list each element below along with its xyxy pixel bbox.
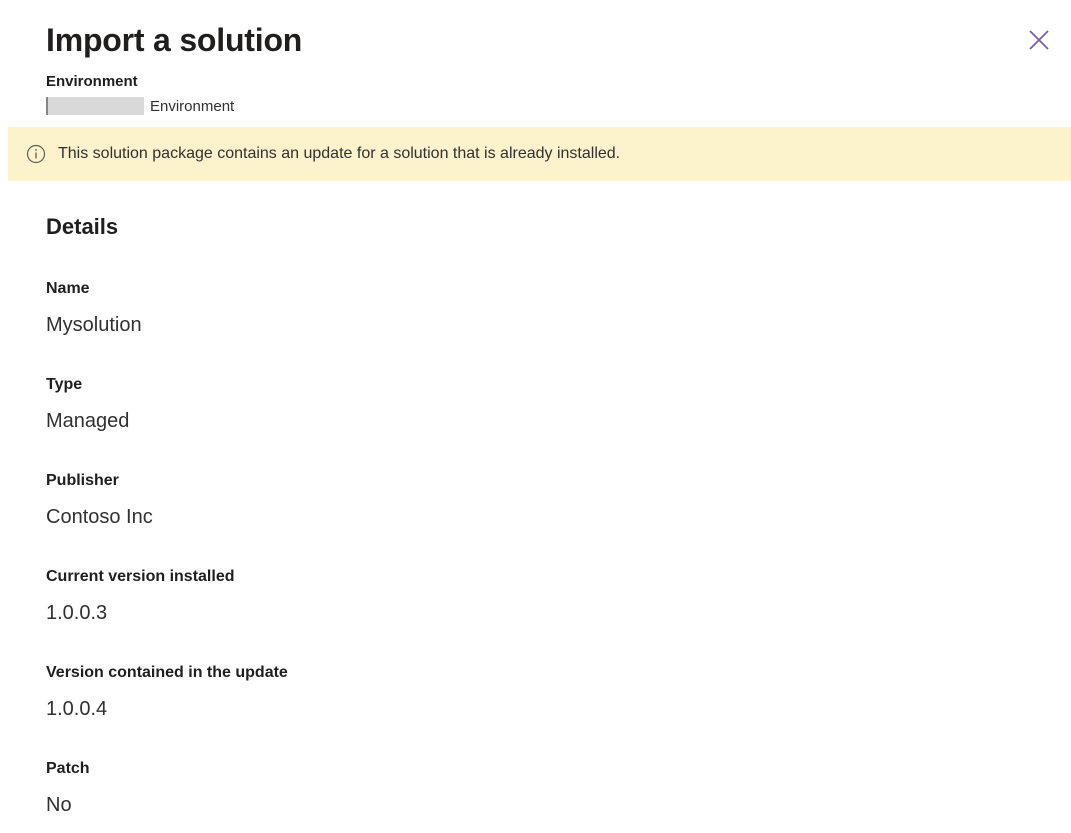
field-current-version: Current version installed 1.0.0.3 (46, 567, 235, 625)
field-label: Version contained in the update (46, 664, 288, 681)
environment-value: Environment (150, 97, 235, 115)
details-heading: Details (46, 214, 119, 239)
panel-title: Import a solution (46, 22, 303, 58)
environment-label: Environment (46, 73, 138, 90)
field-value: 1.0.0.4 (46, 698, 108, 720)
field-label: Publisher (46, 472, 119, 489)
banner-message: This solution package contains an update… (58, 145, 621, 162)
info-icon (26, 144, 46, 164)
field-name: Name Mysolution (46, 279, 142, 337)
field-update-version: Version contained in the update 1.0.0.4 (46, 663, 288, 721)
close-icon (1028, 29, 1050, 56)
update-info-banner: This solution package contains an update… (8, 127, 1071, 181)
field-label: Current version installed (46, 568, 235, 585)
environment-name-redacted (46, 97, 144, 115)
field-label: Type (46, 376, 83, 393)
field-label: Patch (46, 760, 90, 777)
field-publisher: Publisher Contoso Inc (46, 471, 153, 529)
field-value: No (46, 794, 72, 816)
field-value: Mysolution (46, 314, 142, 336)
field-value: Managed (46, 410, 130, 432)
import-solution-panel: Import a solution Environment Environmen… (0, 0, 1071, 833)
field-patch: Patch No (46, 759, 90, 817)
field-value: 1.0.0.3 (46, 602, 108, 624)
field-value: Contoso Inc (46, 506, 153, 528)
close-button[interactable] (1025, 28, 1053, 56)
field-label: Name (46, 280, 90, 297)
environment-value-row: Environment (46, 97, 234, 115)
field-type: Type Managed (46, 375, 129, 433)
